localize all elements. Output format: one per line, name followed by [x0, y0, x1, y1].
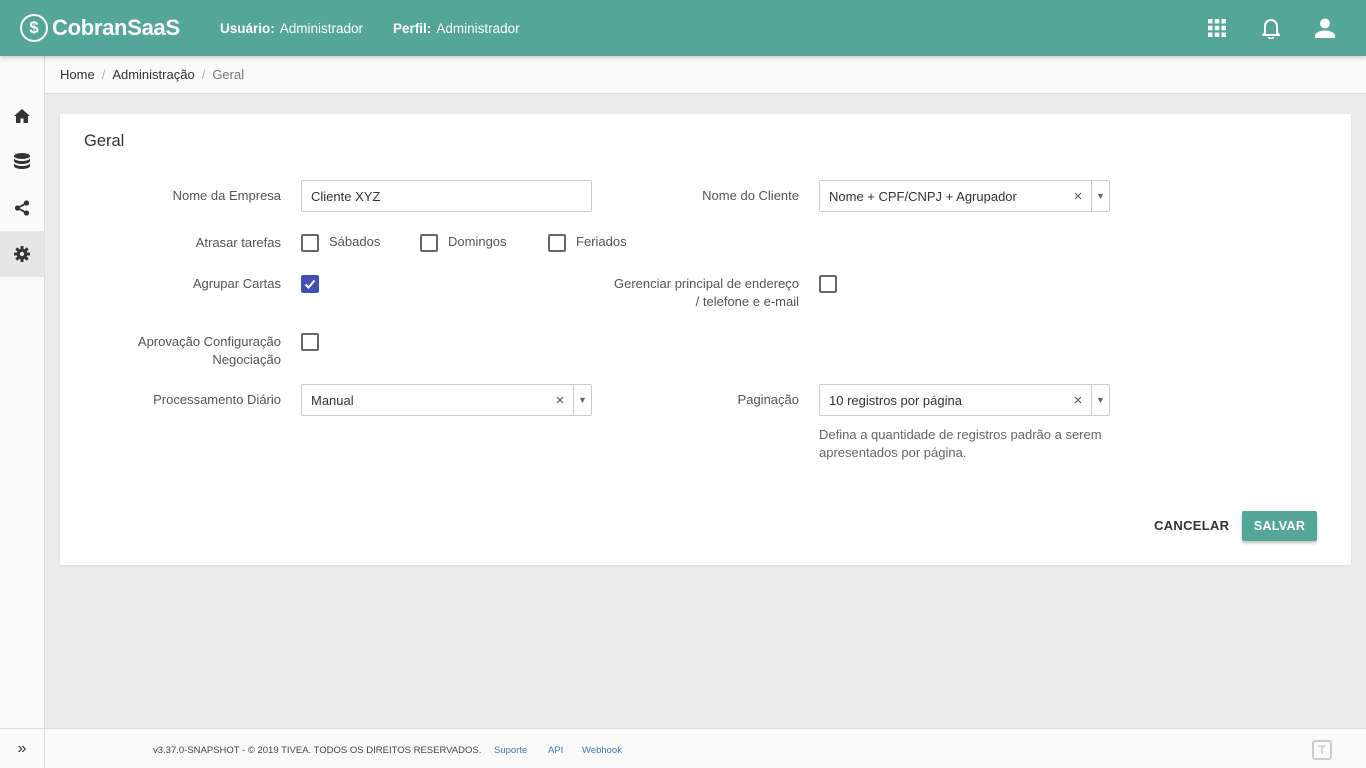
aprovacao-config-checkbox[interactable]: [301, 333, 319, 351]
nome-cliente-select[interactable]: Nome + CPF/CNPJ + Agrupador × ▼: [819, 180, 1110, 212]
user-value: Administrador: [279, 20, 364, 36]
nome-cliente-chevron-down-icon[interactable]: ▼: [1091, 181, 1109, 211]
brand-logo-icon: $: [20, 14, 48, 42]
top-header: $ CobranSaaS Usuário: Administrador Perf…: [0, 0, 1366, 56]
bell-icon: [1262, 19, 1280, 39]
share-icon: [14, 200, 30, 216]
nome-empresa-label: Nome da Empresa: [172, 188, 281, 203]
processamento-diario-select[interactable]: Manual × ▼: [301, 384, 592, 416]
sidebar-item-settings[interactable]: [0, 231, 44, 277]
sabados-checkbox[interactable]: [301, 234, 319, 252]
processamento-diario-clear-icon[interactable]: ×: [551, 392, 569, 409]
user-menu-button[interactable]: [1298, 0, 1352, 56]
aprovacao-config-label-line1: Aprovação Configuração: [137, 334, 281, 349]
profile-value: Administrador: [436, 20, 520, 36]
paginacao-helper-text: Defina a quantidade de registros padrão …: [819, 426, 1139, 462]
user-icon: [1315, 18, 1335, 38]
nome-cliente-label: Nome do Cliente: [702, 188, 799, 203]
footer-link-suporte[interactable]: Suporte: [494, 745, 527, 756]
sidebar-item-home[interactable]: [0, 93, 44, 139]
footer-version: v3.37.0-SNAPSHOT - © 2019 TIVEA. TODOS O…: [153, 745, 482, 756]
agrupar-cartas-checkbox[interactable]: [301, 275, 319, 293]
notifications-button[interactable]: [1244, 0, 1298, 56]
breadcrumb-separator: /: [201, 67, 206, 82]
apps-button[interactable]: [1190, 0, 1244, 56]
gerenciar-principal-checkbox[interactable]: [819, 275, 837, 293]
agrupar-cartas-label: Agrupar Cartas: [192, 276, 281, 291]
nome-empresa-input[interactable]: [301, 180, 592, 212]
profile-label: Perfil:: [393, 20, 432, 36]
breadcrumb-current: Geral: [212, 67, 245, 82]
apps-grid-icon: [1208, 19, 1226, 37]
home-icon: [14, 109, 30, 123]
page-title: Geral: [84, 132, 125, 150]
save-button[interactable]: SALVAR: [1242, 511, 1317, 541]
feriados-checkbox[interactable]: [548, 234, 566, 252]
aprovacao-config-label-line2: Negociação: [212, 352, 281, 367]
tivea-logo-icon: T: [1312, 740, 1332, 760]
header-user-info: Usuário: Administrador Perfil: Administr…: [220, 21, 550, 36]
gear-icon: [14, 246, 30, 262]
checkmark-icon: [304, 279, 316, 289]
sidebar-item-database[interactable]: [0, 139, 44, 185]
database-icon: [14, 153, 30, 169]
paginacao-value: 10 registros por página: [829, 392, 962, 408]
gerenciar-principal-label-line2: / telefone e e-mail: [695, 294, 799, 309]
paginacao-helper-line2: apresentados por página.: [819, 445, 967, 460]
paginacao-select[interactable]: 10 registros por página × ▼: [819, 384, 1110, 416]
gerenciar-principal-label: Gerenciar principal de endereço / telefo…: [560, 275, 799, 311]
sabados-label: Sábados: [329, 234, 381, 249]
settings-card: Geral Nome da Empresa Nome do Cliente No…: [60, 114, 1351, 565]
nome-cliente-clear-icon[interactable]: ×: [1069, 188, 1087, 205]
sidebar-item-share[interactable]: [0, 185, 44, 231]
nome-cliente-value: Nome + CPF/CNPJ + Agrupador: [829, 188, 1017, 204]
feriados-label: Feriados: [576, 234, 627, 249]
aprovacao-config-label: Aprovação Configuração Negociação: [100, 333, 281, 369]
footer-link-api[interactable]: API: [548, 745, 563, 756]
brand[interactable]: $ CobranSaaS: [20, 14, 206, 42]
processamento-diario-value: Manual: [311, 392, 354, 408]
footer-link-webhook[interactable]: Webhook: [582, 745, 622, 756]
footer: v3.37.0-SNAPSHOT - © 2019 TIVEA. TODOS O…: [45, 728, 1366, 768]
brand-name: CobranSaaS: [52, 15, 180, 40]
user-label: Usuário:: [220, 20, 275, 36]
processamento-diario-chevron-down-icon[interactable]: ▼: [573, 385, 591, 415]
expand-icon: »: [17, 739, 27, 757]
cancel-button[interactable]: CANCELAR: [1154, 518, 1229, 533]
paginacao-label: Paginação: [737, 392, 799, 407]
sidebar-expand-button[interactable]: »: [0, 728, 44, 768]
paginacao-helper-line1: Defina a quantidade de registros padrão …: [819, 427, 1102, 442]
breadcrumb-separator: /: [101, 67, 106, 82]
paginacao-clear-icon[interactable]: ×: [1069, 392, 1087, 409]
paginacao-chevron-down-icon[interactable]: ▼: [1091, 385, 1109, 415]
domingos-checkbox[interactable]: [420, 234, 438, 252]
breadcrumb: Home / Administração / Geral: [45, 56, 1366, 94]
breadcrumb-home[interactable]: Home: [60, 67, 95, 82]
atrasar-tarefas-label: Atrasar tarefas: [195, 235, 281, 250]
domingos-label: Domingos: [448, 234, 507, 249]
breadcrumb-administracao[interactable]: Administração: [112, 67, 194, 82]
gerenciar-principal-label-line1: Gerenciar principal de endereço: [614, 276, 799, 291]
sidebar: »: [0, 56, 45, 768]
processamento-diario-label: Processamento Diário: [153, 392, 281, 407]
